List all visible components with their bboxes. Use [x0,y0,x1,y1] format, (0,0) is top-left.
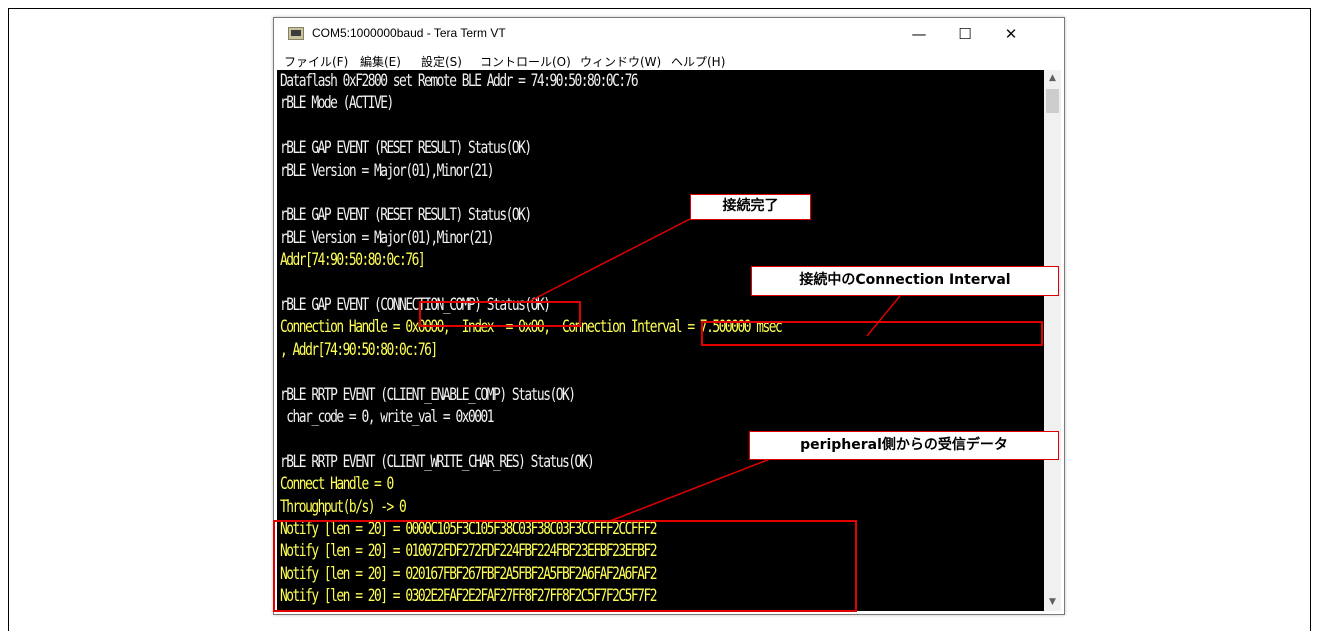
callout-received-data: peripheral側からの受信データ [749,431,1059,460]
maximize-button[interactable]: ☐ [942,18,988,50]
menu-file[interactable]: ファイル(F) [284,53,348,70]
menu-bar: ファイル(F) 編集(E) 設定(S) コントロール(O) ウィンドウ(W) ヘ… [274,50,1064,70]
terminal-line: Throughput(b/s) -> 0 [280,496,407,516]
highlight-connection-comp [419,301,581,327]
terminal-line: rBLE RRTP EVENT (CLIENT_ENABLE_COMP) Sta… [280,384,576,404]
callout-connection-interval: 接続中のConnection Interval [751,266,1059,296]
terminal-line: , Addr[74:90:50:80:0c:76] [280,339,438,359]
menu-edit[interactable]: 編集(E) [360,53,401,70]
menu-window[interactable]: ウィンドウ(W) [580,53,661,70]
menu-control[interactable]: コントロール(O) [480,53,571,70]
scroll-down-icon[interactable]: ▼ [1044,594,1061,611]
callout-connection-complete: 接続完了 [690,194,811,220]
terminal-line: rBLE Version = Major(01),Minor(21) [280,227,495,247]
terminal-line: rBLE Version = Major(01),Minor(21) [280,160,495,180]
terminal-line: rBLE GAP EVENT (RESET RESULT) Status(OK) [280,205,532,225]
teraterm-app-icon [288,27,304,40]
terminal-line: Dataflash 0xF2800 set Remote BLE Addr = … [280,71,639,90]
terminal-line: Connect Handle = 0 [280,474,394,494]
terminal-line: rBLE RRTP EVENT (CLIENT_WRITE_CHAR_RES) … [280,451,595,471]
vertical-scrollbar[interactable]: ▲ ▼ [1044,70,1061,611]
title-bar[interactable]: COM5:1000000baud - Tera Term VT — ☐ ✕ [274,18,1064,50]
menu-help[interactable]: ヘルプ(H) [671,53,725,70]
window-title: COM5:1000000baud - Tera Term VT [312,26,506,40]
terminal-line: char_code = 0, write_val = 0x0001 [280,407,494,426]
terminal-line: Addr[74:90:50:80:0c:76] [280,250,426,270]
terminal-line: rBLE Mode (ACTIVE) [280,93,394,113]
minimize-button[interactable]: — [896,18,942,50]
highlight-notify-data [273,520,857,612]
scroll-up-icon[interactable]: ▲ [1044,70,1061,87]
close-button[interactable]: ✕ [988,18,1034,50]
terminal-line: rBLE GAP EVENT (RESET RESULT) Status(OK) [280,138,532,158]
scrollbar-thumb[interactable] [1046,89,1059,113]
highlight-connection-interval [701,321,1043,346]
menu-setup[interactable]: 設定(S) [421,53,462,70]
